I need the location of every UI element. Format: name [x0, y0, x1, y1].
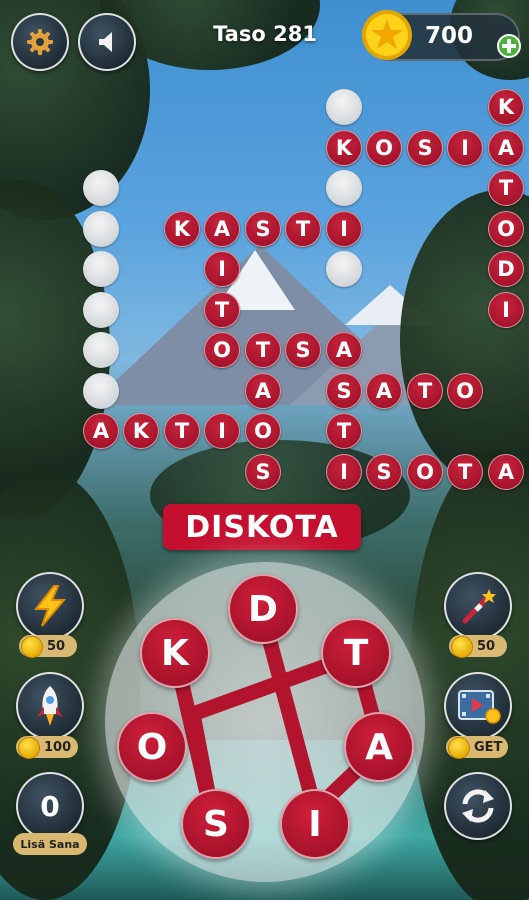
shuffle-icon: [462, 789, 494, 823]
letter-tile: T: [488, 170, 524, 206]
letter-tile: I: [488, 292, 524, 328]
letter-tile: S: [285, 332, 321, 368]
empty-letter-tile: [83, 251, 119, 287]
empty-letter-tile: [83, 373, 119, 409]
magic-wand-button[interactable]: [444, 572, 512, 640]
letter-tile: I: [326, 454, 362, 490]
empty-letter-tile: [326, 89, 362, 125]
letter-tile: S: [407, 130, 443, 166]
letter-tile: A: [326, 332, 362, 368]
wand-price: 50: [477, 638, 496, 654]
coin-icon: [451, 636, 473, 658]
letter-tile: S: [366, 454, 402, 490]
empty-letter-tile: [83, 170, 119, 206]
letter-tile: T: [245, 332, 281, 368]
empty-letter-tile: [326, 170, 362, 206]
empty-letter-tile: [83, 211, 119, 247]
magic-wand-icon: [462, 589, 496, 624]
empty-letter-tile: [83, 332, 119, 368]
rocket-price-tag: 100: [16, 736, 78, 759]
shuffle-button[interactable]: [444, 772, 512, 840]
video-reward-tag: GET: [446, 736, 508, 759]
letter-tile: T: [204, 292, 240, 328]
letter-tile: T: [447, 454, 483, 490]
lightning-booster-button[interactable]: [16, 572, 84, 640]
letter-tile: O: [204, 332, 240, 368]
letter-tile: T: [326, 413, 362, 449]
empty-letter-tile: [83, 292, 119, 328]
letter-tile: I: [447, 130, 483, 166]
coin-icon: [18, 737, 40, 759]
wheel-letter[interactable]: I: [280, 789, 350, 859]
letter-tile: O: [447, 373, 483, 409]
wheel-letter[interactable]: O: [117, 712, 187, 782]
letter-tile: O: [245, 413, 281, 449]
letter-tile: A: [83, 413, 119, 449]
letter-tile: O: [366, 130, 402, 166]
wheel-letter[interactable]: S: [181, 789, 251, 859]
lightning-price: 50: [47, 638, 66, 654]
wheel-letter[interactable]: A: [344, 712, 414, 782]
letter-tile: A: [204, 211, 240, 247]
wheel-letter[interactable]: T: [321, 618, 391, 688]
letter-tile: O: [488, 211, 524, 247]
rocket-icon: [37, 686, 63, 726]
watch-video-button[interactable]: [444, 672, 512, 740]
wheel-letter[interactable]: K: [140, 618, 210, 688]
letter-tile: O: [407, 454, 443, 490]
letter-tile: I: [204, 413, 240, 449]
current-word-banner: DISKOTA: [163, 504, 361, 550]
letter-tile: K: [488, 89, 524, 125]
wand-price-tag: 50: [449, 635, 507, 658]
letter-tile: K: [326, 130, 362, 166]
letter-tile: A: [488, 454, 524, 490]
letter-wheel[interactable]: D T A I S O K: [105, 562, 425, 882]
coin-icon: [448, 737, 470, 759]
letter-tile: D: [488, 251, 524, 287]
letter-tile: A: [488, 130, 524, 166]
coin-icon: [21, 636, 43, 658]
extra-words-label: Lisä Sana: [13, 833, 87, 855]
video-reward-label: GET: [474, 739, 503, 755]
lightning-price-tag: 50: [19, 635, 77, 658]
crossword-board: KKOSIATKASTIOIDTIOTSAASATOAKTIOTSISOTA: [0, 0, 529, 500]
letter-tile: T: [164, 413, 200, 449]
wheel-letter[interactable]: D: [228, 574, 298, 644]
letter-tile: A: [366, 373, 402, 409]
letter-tile: S: [326, 373, 362, 409]
letter-tile: T: [407, 373, 443, 409]
letter-tile: K: [123, 413, 159, 449]
rocket-booster-button[interactable]: [16, 672, 84, 740]
letter-tile: I: [326, 211, 362, 247]
extra-word-count: 0: [40, 789, 60, 823]
empty-letter-tile: [326, 251, 362, 287]
rocket-price: 100: [44, 739, 72, 755]
letter-tile: K: [164, 211, 200, 247]
video-icon: [458, 690, 501, 724]
letter-tile: T: [285, 211, 321, 247]
letter-tile: A: [245, 373, 281, 409]
extra-words-button[interactable]: 0: [16, 772, 84, 840]
lightning-icon: [33, 585, 67, 627]
letter-tile: S: [245, 454, 281, 490]
letter-tile: I: [204, 251, 240, 287]
letter-tile: S: [245, 211, 281, 247]
